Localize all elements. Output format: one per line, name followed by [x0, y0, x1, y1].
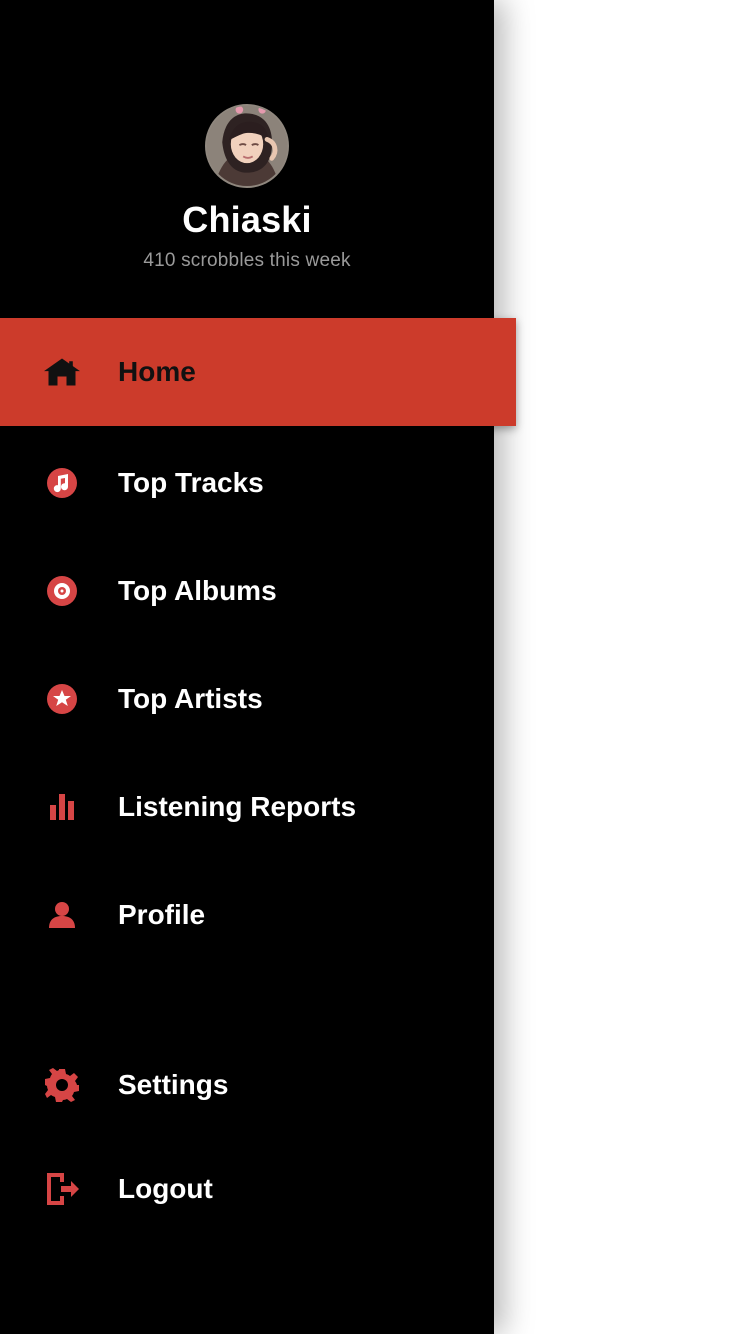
user-profile-header: Chiaski 410 scrobbles this week	[0, 104, 494, 272]
gear-icon	[44, 1067, 80, 1103]
sidebar-item-label: Top Albums	[118, 575, 277, 606]
user-icon	[44, 897, 80, 933]
sidebar-item-settings[interactable]: Settings	[0, 1031, 494, 1139]
sidebar-item-label: Profile	[118, 899, 206, 930]
sidebar-item-label: Settings	[118, 1069, 229, 1100]
sidebar-item-home[interactable]: Home	[0, 318, 516, 426]
sidebar-item-listening-reports[interactable]: Listening Reports	[0, 753, 494, 861]
sidebar-item-label: Home	[118, 356, 196, 387]
username: Chiaski	[182, 199, 312, 240]
weekly-scrobble-count: 410 scrobbles this week	[143, 250, 351, 271]
sidebar-item-top-tracks[interactable]: Top Tracks	[0, 429, 494, 537]
home-icon	[44, 354, 80, 390]
sidebar-item-top-albums[interactable]: Top Albums	[0, 537, 494, 645]
sidebar-item-label: Top Tracks	[118, 467, 264, 498]
star-icon	[44, 681, 80, 717]
avatar[interactable]	[205, 104, 289, 188]
sidebar-item-profile[interactable]: Profile	[0, 861, 494, 969]
sidebar-item-label: Listening Reports	[118, 791, 357, 822]
sidebar-item-logout[interactable]: Logout	[0, 1135, 494, 1243]
sidebar-item-label: Logout	[118, 1173, 213, 1204]
album-disc-icon	[44, 573, 80, 609]
app-screen: Chiaski 410 scrobbles this week Home Top…	[0, 0, 750, 1334]
sidebar-item-top-artists[interactable]: Top Artists	[0, 645, 494, 753]
music-note-icon	[44, 465, 80, 501]
sidebar-item-label: Top Artists	[118, 683, 263, 714]
navigation-drawer: Chiaski 410 scrobbles this week Home Top…	[0, 0, 516, 1334]
bar-chart-icon	[44, 789, 80, 825]
logout-icon	[44, 1171, 80, 1207]
